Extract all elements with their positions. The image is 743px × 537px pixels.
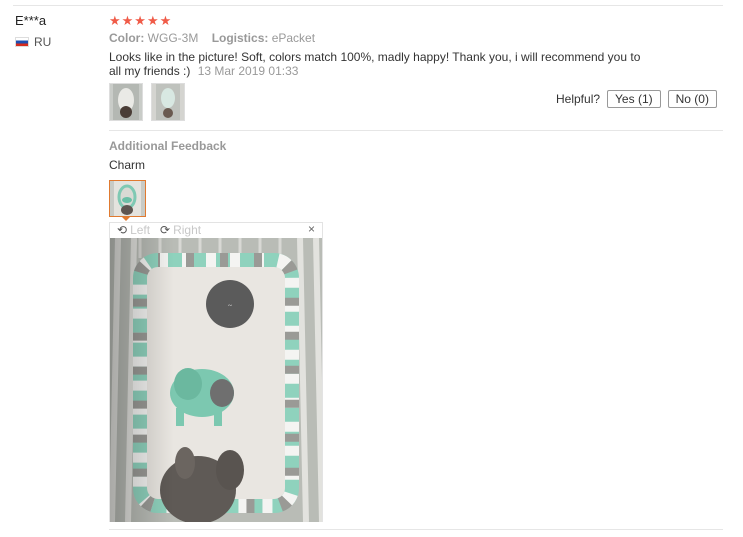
bottom-divider (109, 529, 723, 530)
rotate-left-label: Left (130, 223, 151, 237)
helpful-vote: Helpful? Yes (1) No (0) (556, 90, 717, 108)
helpful-no-button[interactable]: No (0) (667, 90, 717, 108)
helpful-label: Helpful? (556, 92, 601, 106)
photo-viewer: ⟲ Left ⟳ Right × ~ (109, 222, 323, 522)
rotate-left-icon: ⟲ (117, 223, 128, 237)
feedback-divider (109, 130, 723, 131)
country-code: RU (34, 35, 52, 49)
review-date: 13 Mar 2019 01:33 (197, 64, 299, 78)
helpful-yes-button[interactable]: Yes (1) (607, 90, 661, 108)
color-label: Color: (109, 31, 145, 45)
selected-thumbnail-pointer (121, 216, 131, 221)
order-meta: Color: WGG-3M Logistics: ePacket (109, 31, 325, 45)
review-photo-thumbnail[interactable] (109, 83, 143, 121)
logistics-label: Logistics: (211, 31, 269, 45)
rotate-right-icon: ⟳ (160, 223, 171, 237)
color-value: WGG-3M (147, 31, 199, 45)
selected-photo-thumbnail[interactable] (109, 180, 146, 217)
logistics-value: ePacket (271, 31, 316, 45)
additional-feedback-heading: Additional Feedback (109, 139, 227, 153)
review-text: Looks like in the picture! Soft, colors … (109, 50, 641, 78)
star-rating: ★★★★★ (109, 13, 173, 28)
selected-thumbnail-image (110, 181, 145, 216)
photo-thumbnail-image (152, 84, 184, 120)
rotate-left-button[interactable]: ⟲ Left (117, 223, 150, 237)
reviewer-name: E***a (15, 13, 47, 28)
crib-bumper-photo: ~ (110, 238, 322, 522)
review-photo-thumbnail[interactable] (151, 83, 185, 121)
photo-viewer-image: ~ (110, 238, 322, 522)
close-icon[interactable]: × (308, 222, 315, 236)
russia-flag-icon (15, 37, 29, 47)
additional-feedback-text: Charm (109, 158, 146, 172)
photo-thumbnail-image (110, 84, 142, 120)
review-body: Looks like in the picture! Soft, colors … (109, 50, 649, 78)
rotate-right-button[interactable]: ⟳ Right (160, 223, 201, 237)
reviewer-country: RU (15, 35, 51, 49)
top-divider (13, 5, 723, 6)
photo-viewer-toolbar: ⟲ Left ⟳ Right × (110, 222, 322, 238)
rotate-right-label: Right (173, 223, 202, 237)
